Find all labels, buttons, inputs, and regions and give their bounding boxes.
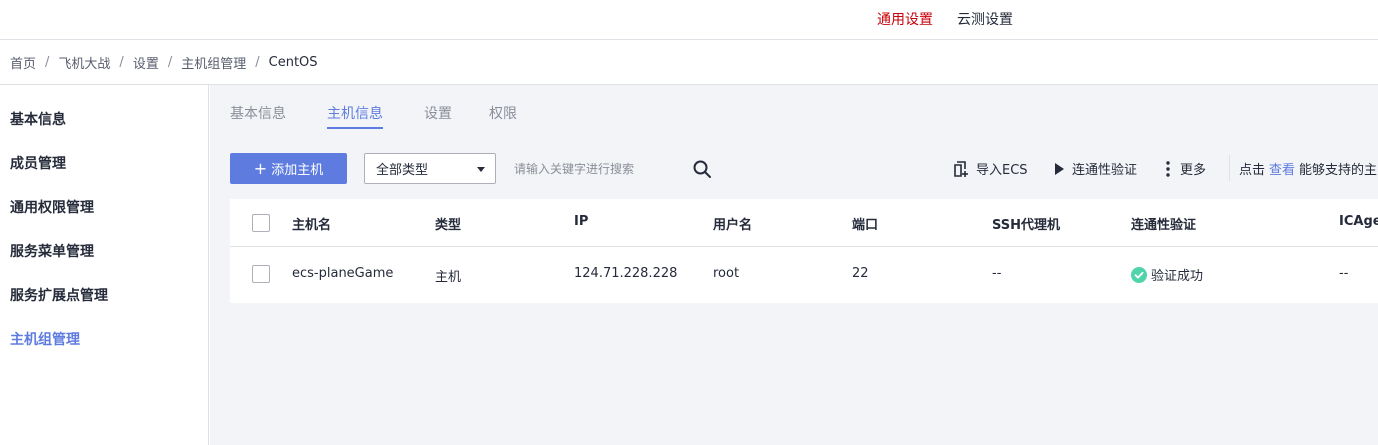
select-all-checkbox[interactable]	[252, 214, 270, 232]
connectivity-check-button[interactable]: 连通性验证	[1052, 153, 1137, 184]
more-button[interactable]: 更多	[1162, 153, 1206, 184]
hint-prefix: 点击	[1239, 163, 1266, 178]
chevron-down-icon	[477, 167, 485, 172]
sidebar-item-service-menu[interactable]: 服务菜单管理	[10, 241, 94, 261]
breadcrumb-separator: /	[45, 54, 50, 70]
connectivity-check-label: 连通性验证	[1072, 163, 1138, 178]
more-vertical-icon	[1166, 160, 1170, 177]
cell-ip: 124.71.228.228	[574, 266, 678, 281]
import-icon	[954, 160, 968, 177]
breadcrumb-separator: /	[119, 54, 124, 70]
breadcrumb-separator: /	[167, 54, 173, 70]
table-header: 主机名 类型 IP 用户名 端口 SSH代理机 连通性验证 ICAge	[230, 199, 1378, 247]
sidebar-item-member-management[interactable]: 成员管理	[10, 153, 66, 173]
tab-host-info[interactable]: 主机信息	[327, 103, 383, 129]
column-connectivity: 连通性验证	[1131, 218, 1197, 233]
add-host-button[interactable]: + 添加主机	[230, 153, 347, 184]
search-icon[interactable]	[692, 159, 712, 179]
cell-username: root	[713, 266, 740, 281]
column-port: 端口	[852, 218, 879, 233]
cell-type: 主机	[435, 270, 462, 285]
type-select-value: 全部类型	[376, 163, 429, 178]
breadcrumb-project[interactable]: 飞机大战	[58, 53, 110, 72]
connectivity-status-text: 验证成功	[1151, 269, 1204, 284]
check-circle-icon	[1131, 266, 1147, 283]
column-ip: IP	[574, 214, 589, 229]
column-username: 用户名	[713, 218, 753, 233]
sidebar-item-service-extension[interactable]: 服务扩展点管理	[10, 285, 108, 305]
breadcrumb-home[interactable]: 首页	[10, 53, 36, 72]
cell-ssh-proxy: --	[992, 266, 1002, 281]
import-ecs-button[interactable]: 导入ECS	[952, 153, 1028, 184]
host-table: 主机名 类型 IP 用户名 端口 SSH代理机 连通性验证 ICAge ecs-…	[230, 199, 1378, 303]
cell-connectivity: 验证成功	[1131, 265, 1203, 284]
cell-icagent: --	[1339, 266, 1349, 281]
tab-permissions[interactable]: 权限	[489, 103, 517, 129]
hint-view-link[interactable]: 查看	[1269, 159, 1295, 178]
column-type: 类型	[435, 218, 462, 233]
more-label: 更多	[1180, 163, 1207, 178]
type-select[interactable]: 全部类型	[364, 153, 496, 184]
support-hint: 点击 查看 能够支持的主	[1239, 153, 1377, 184]
search-input[interactable]	[514, 153, 714, 184]
general-settings-link[interactable]: 通用设置	[877, 9, 933, 29]
tab-basic-info[interactable]: 基本信息	[230, 103, 286, 129]
main-content: 基本信息 主机信息 设置 权限 + 添加主机 全部类型 导入ECS	[210, 85, 1378, 445]
top-bar: 通用设置 云测设置	[0, 0, 1378, 40]
sidebar: 基本信息 成员管理 通用权限管理 服务菜单管理 服务扩展点管理 主机组管理	[0, 85, 209, 445]
toolbar: + 添加主机 全部类型 导入ECS 连通性验证	[230, 153, 1378, 185]
breadcrumb-current: CentOS	[268, 54, 318, 70]
sidebar-item-basic-info[interactable]: 基本信息	[10, 109, 66, 129]
column-hostname: 主机名	[292, 218, 332, 233]
column-ssh-proxy: SSH代理机	[992, 218, 1061, 233]
tab-settings[interactable]: 设置	[424, 103, 452, 129]
hint-suffix: 能够支持的主	[1299, 163, 1378, 178]
plus-icon: +	[253, 158, 268, 178]
row-checkbox[interactable]	[252, 265, 270, 283]
cell-port: 22	[852, 266, 869, 281]
table-row[interactable]: ecs-planeGame 主机 124.71.228.228 root 22 …	[230, 247, 1378, 303]
breadcrumb: 首页 / 飞机大战 / 设置 / 主机组管理 / CentOS	[0, 40, 1378, 85]
column-icagent: ICAge	[1339, 214, 1378, 229]
breadcrumb-settings[interactable]: 设置	[133, 53, 159, 72]
cloud-test-settings-link[interactable]: 云测设置	[957, 9, 1013, 29]
import-ecs-label: 导入ECS	[976, 163, 1028, 178]
sidebar-item-host-group-management[interactable]: 主机组管理	[10, 329, 80, 349]
sidebar-item-permission-management[interactable]: 通用权限管理	[10, 197, 94, 217]
play-icon	[1055, 162, 1064, 175]
add-host-label: 添加主机	[271, 163, 324, 178]
breadcrumb-host-group-management[interactable]: 主机组管理	[181, 53, 246, 72]
cell-hostname: ecs-planeGame	[292, 266, 394, 281]
breadcrumb-separator: /	[255, 54, 260, 70]
toolbar-divider	[1229, 155, 1230, 181]
